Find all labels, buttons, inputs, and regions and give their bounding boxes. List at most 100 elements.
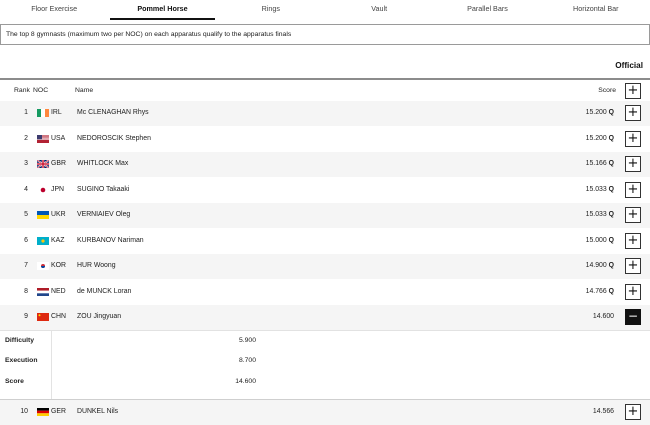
ger-flag-icon [37,408,49,416]
gymnast-name: ZOU Jingyuan [77,313,122,320]
results-header: Rank NOC Name Score + [0,81,650,100]
expand-row-button[interactable]: + [625,182,641,198]
expand-row-button[interactable]: + [625,258,641,274]
tab-pommel-horse[interactable]: Pommel Horse [108,0,216,22]
table-row: 1 IRL Mc CLENAGHAN Rhys 15.200 Q + [0,101,650,126]
qualified-mark: Q [608,211,614,218]
score-value: 15.000 Q [586,237,614,244]
detail-value: 8.700 [238,357,256,364]
score-number: 15.200 [585,109,607,116]
expand-row-button[interactable]: + [625,233,641,249]
score-value: 14.600 [593,313,614,320]
tab-horizontal-bar[interactable]: Horizontal Bar [542,0,650,22]
table-row: 9 CHN ZOU Jingyuan 14.600 − [0,305,650,330]
header-noc: NOC [33,87,49,94]
noc-code: GBR [51,160,66,167]
detail-score: Score 14.600 [0,372,650,392]
detail-label: Execution [5,357,38,364]
table-row: 2 USA NEDOROSCIK Stephen 15.200 Q + [0,127,650,152]
score-value: 15.033 Q [586,211,614,218]
qualification-notice: The top 8 gymnasts (maximum two per NOC)… [0,24,650,45]
score-value: 15.200 Q [586,135,614,142]
expand-row-button[interactable]: + [625,284,641,300]
rank-value: 10 [20,408,28,415]
gymnast-name: KURBANOV Nariman [77,237,144,244]
apparatus-tabs: Floor Exercise Pommel Horse Rings Vault … [0,0,650,22]
qualified-mark: Q [608,262,614,269]
collapse-row-button[interactable]: − [625,309,641,325]
table-row: 6 KAZ KURBANOV Nariman 15.000 Q + [0,229,650,254]
gymnast-name: NEDOROSCIK Stephen [77,135,151,142]
rank-value: 6 [24,237,28,244]
expand-row-button[interactable]: + [625,156,641,172]
score-number: 14.766 [585,288,607,295]
gymnast-name: SUGINO Takaaki [77,186,130,193]
rank-value: 2 [24,135,28,142]
usa-flag-icon [37,135,49,143]
status-bar: Official [0,56,650,80]
detail-label: Difficulty [5,337,35,344]
detail-value: 14.600 [235,378,256,385]
score-number: 15.200 [585,135,607,142]
score-value: 14.766 Q [586,288,614,295]
noc-code: IRL [51,109,62,116]
header-name: Name [75,87,94,94]
gymnast-name: de MUNCK Loran [77,288,132,295]
tab-vault[interactable]: Vault [325,0,433,22]
noc-code: UKR [51,211,66,218]
rank-value: 5 [24,211,28,218]
score-number: 15.000 [585,237,607,244]
gymnast-name: Mc CLENAGHAN Rhys [77,109,149,116]
gymnast-name: HUR Woong [77,262,116,269]
expand-row-button[interactable]: + [625,105,641,121]
qualified-mark: Q [608,160,614,167]
noc-code: USA [51,135,66,142]
rank-value: 3 [24,160,28,167]
table-row: 8 NED de MUNCK Loran 14.766 Q + [0,280,650,305]
qualified-mark: Q [608,237,614,244]
expand-row-button[interactable]: + [625,207,641,223]
noc-code: KOR [51,262,66,269]
score-number: 14.900 [585,262,607,269]
gymnast-name: DUNKEL Nils [77,408,119,415]
qualified-mark: Q [608,186,614,193]
noc-code: CHN [51,313,66,320]
rank-value: 4 [24,186,28,193]
score-value: 14.900 Q [586,262,614,269]
score-number: 15.033 [585,211,607,218]
irl-flag-icon [37,109,49,117]
chn-flag-icon [37,313,49,321]
noc-code: NED [51,288,66,295]
expand-all-button[interactable]: + [625,83,641,99]
table-row: 5 UKR VERNIAIEV Oleg 15.033 Q + [0,203,650,228]
table-row: 7 KOR HUR Woong 14.900 Q + [0,254,650,279]
tab-parallel-bars[interactable]: Parallel Bars [433,0,541,22]
jpn-flag-icon [37,186,49,194]
detail-execution: Execution 8.700 [0,351,650,371]
rank-value: 9 [24,313,28,320]
score-value: 14.566 [593,408,614,415]
rank-value: 8 [24,288,28,295]
tab-rings[interactable]: Rings [217,0,325,22]
score-value: 15.200 Q [586,109,614,116]
score-value: 15.033 Q [586,186,614,193]
qualified-mark: Q [608,109,614,116]
noc-code: KAZ [51,237,65,244]
score-number: 15.166 [585,160,607,167]
score-number: 14.566 [592,408,614,415]
kaz-flag-icon [37,237,49,245]
detail-label: Score [5,378,24,385]
score-number: 14.600 [592,313,614,320]
expand-row-button[interactable]: + [625,131,641,147]
rank-value: 7 [24,262,28,269]
qualified-mark: Q [608,135,614,142]
header-score: Score [598,87,616,94]
rank-value: 1 [24,109,28,116]
tab-floor-exercise[interactable]: Floor Exercise [0,0,108,22]
expand-row-button[interactable]: + [625,404,641,420]
score-number: 15.033 [585,186,607,193]
status-label: Official [615,61,643,70]
table-row: 3 GBR WHITLOCK Max 15.166 Q + [0,152,650,177]
ukr-flag-icon [37,211,49,219]
gymnast-name: WHITLOCK Max [77,160,129,167]
